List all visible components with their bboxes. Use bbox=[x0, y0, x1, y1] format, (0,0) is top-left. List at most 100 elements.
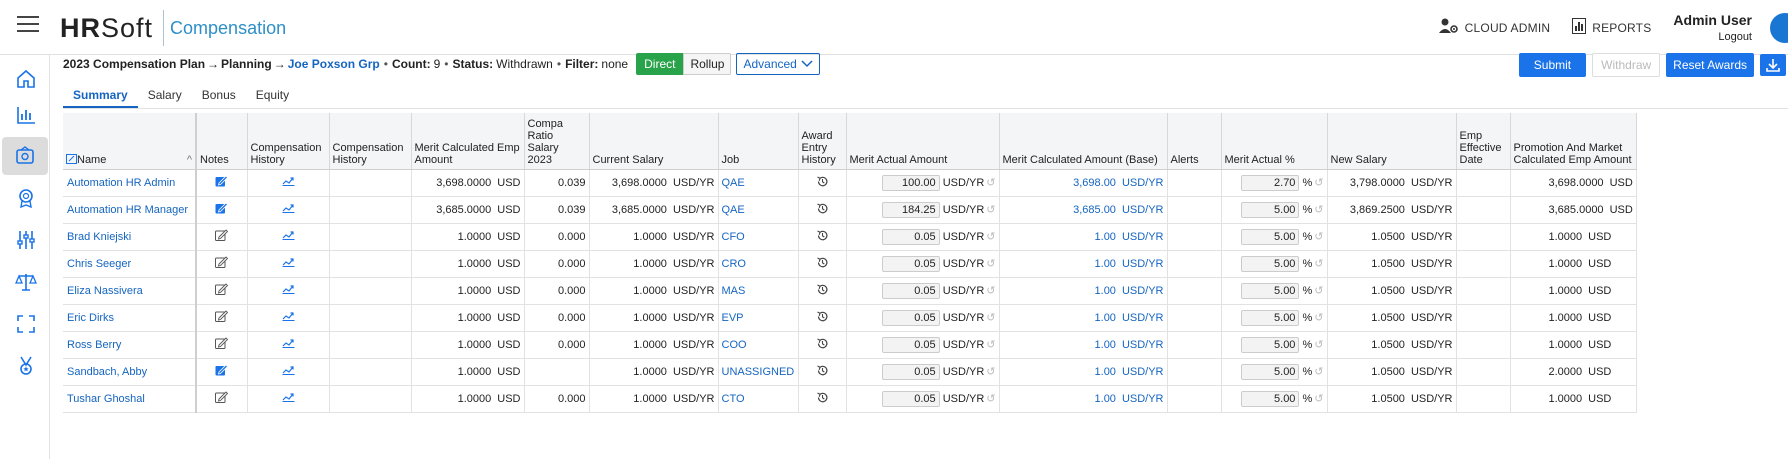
history-small-icon[interactable]: ↺ bbox=[986, 312, 995, 324]
employee-name-link[interactable]: Sandbach, Abby bbox=[63, 358, 197, 386]
notes-icon[interactable] bbox=[215, 337, 229, 352]
history-icon[interactable] bbox=[816, 202, 829, 215]
merit-actual-input[interactable]: 100.00 bbox=[881, 174, 940, 191]
notes-icon[interactable] bbox=[215, 229, 229, 244]
merit-actual-input[interactable]: 0.05 bbox=[881, 309, 940, 326]
trend-icon[interactable] bbox=[282, 392, 295, 402]
trend-icon[interactable] bbox=[282, 284, 295, 294]
trend-icon[interactable] bbox=[282, 365, 295, 375]
notes-icon[interactable] bbox=[215, 283, 229, 298]
withdraw-button[interactable]: Withdraw bbox=[1592, 53, 1661, 77]
trend-icon[interactable] bbox=[282, 203, 295, 213]
col-merit-actual[interactable]: Merit Actual Amount bbox=[846, 113, 1000, 170]
col-promo[interactable]: Promotion And Market Calculated Emp Amou… bbox=[1510, 113, 1637, 170]
trend-icon[interactable] bbox=[282, 230, 295, 240]
history-small-icon[interactable]: ↺ bbox=[1314, 258, 1323, 270]
employee-name-link[interactable]: Ross Berry bbox=[63, 331, 197, 359]
logout-link[interactable]: Logout bbox=[1718, 31, 1752, 43]
job-link[interactable]: QAE bbox=[718, 169, 799, 197]
reports-link[interactable]: REPORTS bbox=[1572, 18, 1651, 37]
col-comp-history-2[interactable]: Compensation History bbox=[329, 113, 412, 170]
merit-pct-input[interactable]: 5.00 bbox=[1241, 390, 1300, 407]
tab-equity[interactable]: Equity bbox=[246, 85, 299, 108]
job-link[interactable]: CRO bbox=[718, 250, 799, 278]
reset-awards-button[interactable]: Reset Awards bbox=[1666, 53, 1754, 77]
col-name[interactable]: ^ Name bbox=[63, 113, 197, 170]
edit-columns-icon[interactable] bbox=[66, 153, 77, 164]
history-icon[interactable] bbox=[816, 391, 829, 404]
job-link[interactable]: CFO bbox=[718, 223, 799, 251]
col-notes[interactable]: Notes bbox=[196, 113, 248, 170]
merit-pct-input[interactable]: 5.00 bbox=[1241, 201, 1300, 218]
merit-base-value[interactable]: 3,685.00 bbox=[1073, 204, 1116, 216]
merit-base-value[interactable]: 1.00 bbox=[1095, 339, 1116, 351]
merit-pct-input[interactable]: 5.00 bbox=[1241, 255, 1300, 272]
avatar[interactable] bbox=[1770, 12, 1788, 43]
scale-icon[interactable] bbox=[6, 263, 46, 301]
merit-pct-input[interactable]: 5.00 bbox=[1241, 363, 1300, 380]
notes-icon[interactable] bbox=[215, 175, 229, 190]
trend-icon[interactable] bbox=[282, 257, 295, 267]
notes-icon[interactable] bbox=[215, 391, 229, 406]
job-link[interactable]: MAS bbox=[718, 277, 799, 305]
notes-icon[interactable] bbox=[215, 202, 229, 217]
merit-actual-input[interactable]: 0.05 bbox=[881, 363, 940, 380]
history-small-icon[interactable]: ↺ bbox=[1314, 339, 1323, 351]
history-small-icon[interactable]: ↺ bbox=[1314, 312, 1323, 324]
col-current-salary[interactable]: Current Salary bbox=[589, 113, 719, 170]
history-small-icon[interactable]: ↺ bbox=[1314, 366, 1323, 378]
history-icon[interactable] bbox=[816, 256, 829, 269]
history-icon[interactable] bbox=[816, 337, 829, 350]
chart-icon[interactable] bbox=[6, 96, 46, 134]
col-merit-calc-base[interactable]: Merit Calculated Amount (Base) bbox=[999, 113, 1168, 170]
col-merit-calc-emp[interactable]: Merit Calculated Emp Amount bbox=[411, 113, 525, 170]
history-icon[interactable] bbox=[816, 175, 829, 188]
notes-icon[interactable] bbox=[215, 310, 229, 325]
history-small-icon[interactable]: ↺ bbox=[1314, 285, 1323, 297]
cloud-admin-link[interactable]: CLOUD ADMIN bbox=[1438, 18, 1551, 37]
history-small-icon[interactable]: ↺ bbox=[986, 204, 995, 216]
compensation-icon[interactable] bbox=[2, 137, 48, 175]
merit-base-value[interactable]: 1.00 bbox=[1095, 258, 1116, 270]
col-new-salary[interactable]: New Salary bbox=[1327, 113, 1457, 170]
merit-pct-input[interactable]: 5.00 bbox=[1241, 336, 1300, 353]
history-small-icon[interactable]: ↺ bbox=[986, 177, 995, 189]
notes-icon[interactable] bbox=[215, 364, 229, 379]
history-icon[interactable] bbox=[816, 283, 829, 296]
history-small-icon[interactable]: ↺ bbox=[986, 393, 995, 405]
col-compa-ratio[interactable]: Compa Ratio Salary 2023 bbox=[524, 113, 590, 170]
history-icon[interactable] bbox=[816, 364, 829, 377]
medal-icon[interactable] bbox=[6, 347, 46, 385]
merit-actual-input[interactable]: 0.05 bbox=[881, 390, 940, 407]
history-small-icon[interactable]: ↺ bbox=[1314, 231, 1323, 243]
employee-name-link[interactable]: Automation HR Manager bbox=[63, 196, 197, 224]
download-button[interactable] bbox=[1760, 54, 1786, 76]
merit-base-value[interactable]: 1.00 bbox=[1095, 231, 1116, 243]
employee-name-link[interactable]: Tushar Ghoshal bbox=[63, 385, 197, 413]
history-icon[interactable] bbox=[816, 310, 829, 323]
history-small-icon[interactable]: ↺ bbox=[1314, 393, 1323, 405]
trend-icon[interactable] bbox=[282, 338, 295, 348]
merit-actual-input[interactable]: 184.25 bbox=[881, 201, 940, 218]
col-award-history[interactable]: Award Entry History bbox=[798, 113, 847, 170]
history-small-icon[interactable]: ↺ bbox=[986, 339, 995, 351]
job-link[interactable]: COO bbox=[718, 331, 799, 359]
history-small-icon[interactable]: ↺ bbox=[986, 285, 995, 297]
home-icon[interactable] bbox=[6, 60, 46, 98]
merit-base-value[interactable]: 1.00 bbox=[1095, 312, 1116, 324]
employee-name-link[interactable]: Brad Kniejski bbox=[63, 223, 197, 251]
sliders-icon[interactable] bbox=[6, 221, 46, 259]
merit-actual-input[interactable]: 0.05 bbox=[881, 255, 940, 272]
history-small-icon[interactable]: ↺ bbox=[1314, 177, 1323, 189]
notes-icon[interactable] bbox=[215, 256, 229, 271]
job-link[interactable]: EVP bbox=[718, 304, 799, 332]
tab-summary[interactable]: Summary bbox=[63, 85, 138, 108]
merit-base-value[interactable]: 1.00 bbox=[1095, 393, 1116, 405]
merit-actual-input[interactable]: 0.05 bbox=[881, 228, 940, 245]
breadcrumb-plan[interactable]: 2023 Compensation Plan bbox=[63, 57, 205, 71]
merit-pct-input[interactable]: 5.00 bbox=[1241, 309, 1300, 326]
merit-base-value[interactable]: 1.00 bbox=[1095, 366, 1116, 378]
col-alerts[interactable]: Alerts bbox=[1167, 113, 1222, 170]
hamburger-icon[interactable] bbox=[17, 16, 39, 34]
history-small-icon[interactable]: ↺ bbox=[986, 366, 995, 378]
